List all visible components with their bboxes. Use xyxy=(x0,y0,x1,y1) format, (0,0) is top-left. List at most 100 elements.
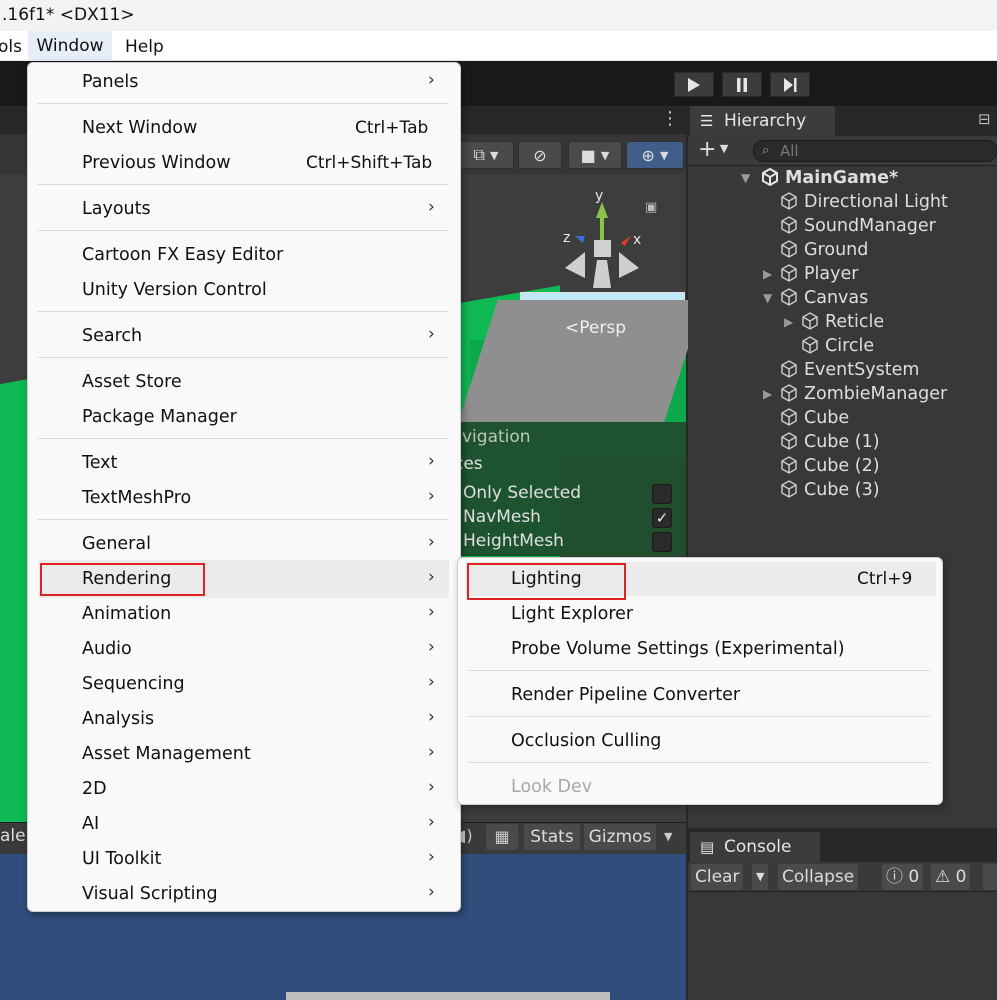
snap-toggle-button[interactable]: ⧉ ▼ xyxy=(458,141,514,169)
menu-item-panels[interactable]: Panels xyxy=(82,70,138,94)
warning-toggle-button[interactable]: ⚠ 0 xyxy=(931,864,971,890)
hierarchy-item[interactable]: Cube (1) xyxy=(780,430,880,454)
nav-option-checkbox[interactable] xyxy=(652,532,672,552)
menu-item-general[interactable]: General xyxy=(82,532,151,556)
hierarchy-item[interactable]: Cube (2) xyxy=(780,454,880,478)
hierarchy-item[interactable]: Circle xyxy=(801,334,874,358)
expand-arrow-icon[interactable]: ▼ xyxy=(741,166,750,190)
menu-help[interactable]: Help xyxy=(125,37,164,57)
hierarchy-item[interactable]: Player xyxy=(780,262,858,286)
menu-item-package-manager[interactable]: Package Manager xyxy=(82,405,237,429)
nav-option-checkbox[interactable]: ✓ xyxy=(652,508,672,528)
gameobject-icon xyxy=(781,192,797,210)
expand-arrow-icon[interactable]: ▶ xyxy=(763,382,772,406)
submenu-item-light-explorer[interactable]: Light Explorer xyxy=(511,602,633,626)
persp-label[interactable]: <Persp xyxy=(565,318,626,338)
submenu-item-probe-volume-settings[interactable]: Probe Volume Settings (Experimental) xyxy=(511,637,845,661)
expand-arrow-icon[interactable]: ▶ xyxy=(763,262,772,286)
submenu-arrow-icon: › xyxy=(428,324,435,344)
chevron-down-icon[interactable]: ▼ xyxy=(664,830,672,843)
gizmo-z-label: z xyxy=(563,230,570,246)
hierarchy-item[interactable]: SoundManager xyxy=(780,214,936,238)
menu-tools[interactable]: ols xyxy=(0,37,22,57)
plus-icon: + xyxy=(698,137,717,162)
tab-console[interactable]: ▤ Console xyxy=(690,832,820,862)
menu-item-asset-store[interactable]: Asset Store xyxy=(82,370,182,394)
submenu-item-look-dev-disabled: Look Dev xyxy=(511,777,593,797)
submenu-arrow-icon: › xyxy=(428,742,435,762)
scene-visibility-button[interactable]: ⊘ xyxy=(518,141,562,169)
menu-item-animation[interactable]: Animation xyxy=(82,602,171,626)
scale-label[interactable]: ale xyxy=(0,826,26,846)
camera-icon: ■ xyxy=(580,145,596,165)
submenu-arrow-icon: › xyxy=(428,847,435,867)
submenu-arrow-icon: › xyxy=(428,70,435,90)
menu-item-next-window[interactable]: Next Window xyxy=(82,116,197,140)
submenu-arrow-icon: › xyxy=(428,637,435,657)
expand-arrow-icon[interactable]: ▶ xyxy=(784,310,793,334)
menu-item-unity-version-control[interactable]: Unity Version Control xyxy=(82,278,267,302)
hierarchy-item[interactable]: Cube xyxy=(780,406,849,430)
gameobject-icon xyxy=(781,432,797,450)
chevron-left-icon: < xyxy=(565,318,580,338)
clear-button[interactable]: Clear xyxy=(691,864,744,890)
hierarchy-item[interactable]: Reticle xyxy=(801,310,884,334)
menu-item-ai[interactable]: AI xyxy=(82,812,99,836)
scene-kebab-icon[interactable]: ⋮ xyxy=(661,108,679,129)
info-toggle-button[interactable]: ⓘ 0 xyxy=(882,864,924,890)
menu-item-textmeshpro[interactable]: TextMeshPro xyxy=(82,486,191,510)
menu-item-asset-management[interactable]: Asset Management xyxy=(82,742,251,766)
add-object-button[interactable]: + ▼ xyxy=(698,137,728,162)
gizmos-toggle-button[interactable]: ⊕ ▼ xyxy=(626,141,684,169)
submenu-arrow-icon: › xyxy=(428,777,435,797)
hierarchy-item[interactable]: Cube (3) xyxy=(780,478,880,502)
menu-window[interactable]: Window xyxy=(28,31,112,61)
menu-item-search[interactable]: Search xyxy=(82,324,142,348)
error-toggle-button[interactable] xyxy=(983,864,997,890)
hierarchy-item[interactable]: EventSystem xyxy=(780,358,919,382)
play-icon xyxy=(688,77,700,92)
hierarchy-item[interactable]: Ground xyxy=(780,238,868,262)
lighting-highlight-box xyxy=(467,563,626,600)
gizmos-button[interactable]: Gizmos xyxy=(584,824,656,850)
pause-button[interactable] xyxy=(722,72,762,97)
menu-item-sequencing[interactable]: Sequencing xyxy=(82,672,185,696)
orientation-gizmo[interactable]: y z x xyxy=(555,188,655,298)
clear-options-dropdown[interactable]: ▼ xyxy=(752,864,769,890)
gameobject-icon xyxy=(802,336,818,354)
nav-option-checkbox[interactable] xyxy=(652,484,672,504)
lock-icon[interactable]: ⊟ xyxy=(978,110,991,128)
collapse-arrow-icon[interactable]: ▼ xyxy=(763,286,772,310)
collapse-button[interactable]: Collapse xyxy=(778,864,859,890)
step-button[interactable] xyxy=(770,72,810,97)
search-icon: ⌕ xyxy=(762,143,770,158)
menu-item-text[interactable]: Text xyxy=(82,451,117,475)
submenu-item-occlusion-culling[interactable]: Occlusion Culling xyxy=(511,729,661,753)
hierarchy-item[interactable]: ZombieManager xyxy=(780,382,947,406)
menu-item-analysis[interactable]: Analysis xyxy=(82,707,154,731)
gizmo-y-label: y xyxy=(595,188,603,204)
menu-item-2d[interactable]: 2D xyxy=(82,777,107,801)
submenu-arrow-icon: › xyxy=(428,567,435,587)
menu-item-ui-toolkit[interactable]: UI Toolkit xyxy=(82,847,161,871)
menu-item-visual-scripting[interactable]: Visual Scripting xyxy=(82,882,218,906)
gameobject-icon xyxy=(802,312,818,330)
menu-item-layouts[interactable]: Layouts xyxy=(82,197,151,221)
submenu-arrow-icon: › xyxy=(428,882,435,902)
menu-item-audio[interactable]: Audio xyxy=(82,637,132,661)
submenu-arrow-icon: › xyxy=(428,197,435,217)
play-button[interactable] xyxy=(674,72,714,97)
menu-item-cartoon-fx[interactable]: Cartoon FX Easy Editor xyxy=(82,243,283,267)
scene-root-item[interactable]: MainGame* xyxy=(761,166,898,190)
stats-button[interactable]: Stats xyxy=(524,824,580,850)
tab-hierarchy[interactable]: ☰ Hierarchy xyxy=(690,106,835,136)
submenu-item-render-pipeline-converter[interactable]: Render Pipeline Converter xyxy=(511,683,740,707)
menu-item-previous-window[interactable]: Previous Window xyxy=(82,151,231,175)
camera-button[interactable]: ■ ▼ xyxy=(568,141,622,169)
hierarchy-item[interactable]: Canvas xyxy=(780,286,868,310)
grid-icon[interactable]: ▦ xyxy=(486,824,518,850)
lock-icon[interactable]: ▣ xyxy=(645,200,657,215)
shortcut-label: Ctrl+Shift+Tab xyxy=(306,153,433,173)
hierarchy-search-input[interactable]: ⌕ All xyxy=(753,140,997,162)
hierarchy-item[interactable]: Directional Light xyxy=(780,190,948,214)
